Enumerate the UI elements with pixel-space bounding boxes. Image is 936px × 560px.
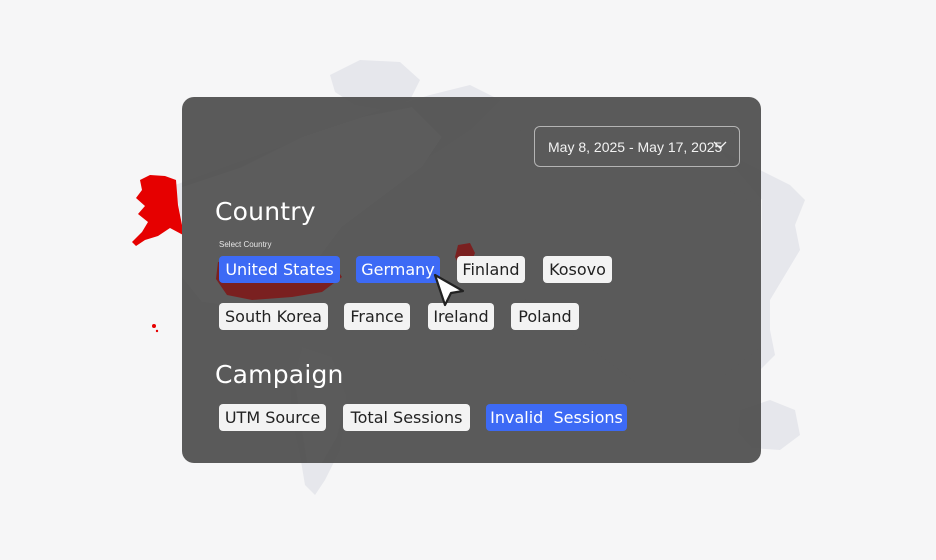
filter-panel: May 8, 2025 - May 17, 2025 Country Selec… <box>182 97 761 463</box>
chip-poland[interactable]: Poland <box>511 303 579 330</box>
chip-ireland[interactable]: Ireland <box>428 303 494 330</box>
island-dot <box>152 324 156 328</box>
chip-total-sessions[interactable]: Total Sessions <box>343 404 470 431</box>
chip-kosovo[interactable]: Kosovo <box>543 256 612 283</box>
chip-label: Poland <box>518 307 572 326</box>
chevron-down-icon <box>713 141 727 149</box>
island-dot <box>155 329 159 333</box>
chip-united-states[interactable]: United States <box>219 256 340 283</box>
chip-label: South Korea <box>225 307 322 326</box>
date-range-dropdown[interactable]: May 8, 2025 - May 17, 2025 <box>534 126 740 167</box>
chip-label: Ireland <box>433 307 489 326</box>
chip-label: Invalid Sessions <box>490 408 623 427</box>
chip-label: UTM Source <box>224 408 321 427</box>
chip-label: Total Sessions <box>350 408 463 427</box>
chip-label: France <box>350 307 404 326</box>
chip-germany[interactable]: Germany <box>356 256 440 283</box>
chip-invalid-sessions[interactable]: Invalid Sessions <box>486 404 627 431</box>
chip-france[interactable]: France <box>344 303 410 330</box>
chip-south-korea[interactable]: South Korea <box>219 303 328 330</box>
chip-label: Kosovo <box>549 260 606 279</box>
chip-label: Germany <box>361 260 435 279</box>
select-country-label: Select Country <box>219 240 272 249</box>
campaign-section-title: Campaign <box>215 360 344 389</box>
chip-utm-source[interactable]: UTM Source <box>219 404 326 431</box>
chip-label: Finland <box>462 260 520 279</box>
chip-label: United States <box>225 260 334 279</box>
date-range-label: May 8, 2025 - May 17, 2025 <box>548 138 723 155</box>
country-section-title: Country <box>215 197 316 226</box>
chip-finland[interactable]: Finland <box>457 256 525 283</box>
